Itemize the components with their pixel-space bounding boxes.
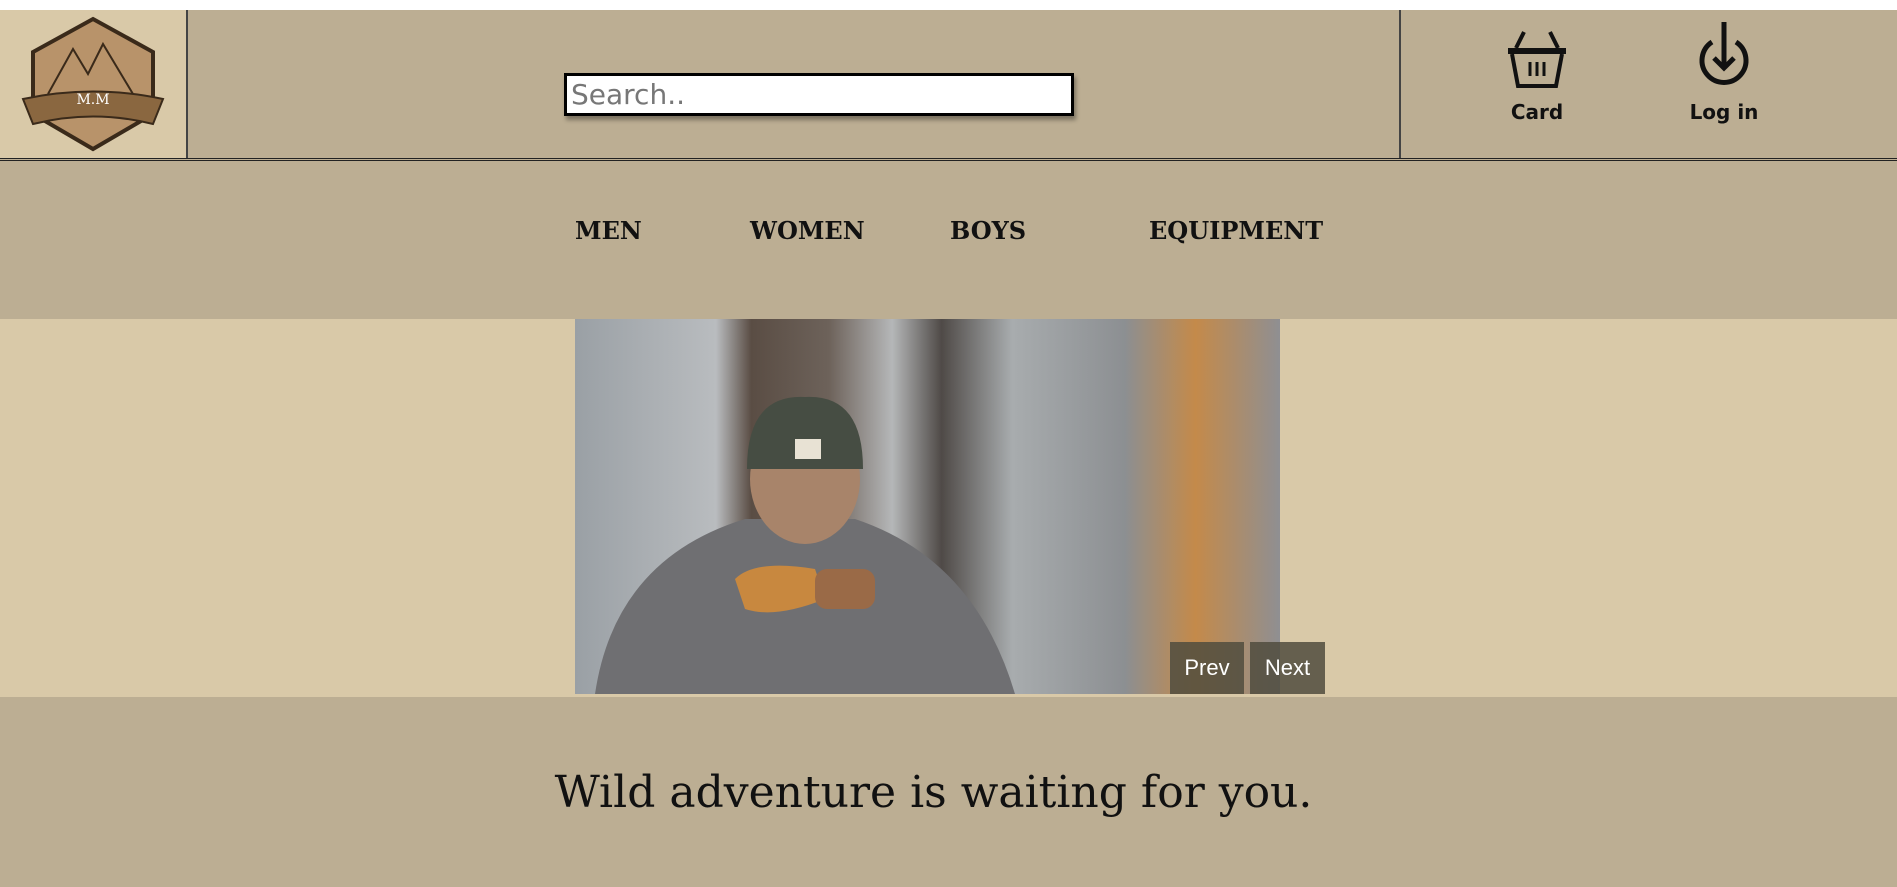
footer-banner: Wild adventure is waiting for you. [0,697,1897,887]
nav-boys[interactable]: BOYS [950,216,1026,245]
nav-equipment[interactable]: EQUIPMENT [1149,216,1323,245]
tagline: Wild adventure is waiting for you. [554,766,1313,818]
login-power-icon [1699,22,1749,85]
login-button[interactable]: Log in [1674,20,1774,124]
nav-women[interactable]: WOMEN [750,216,865,245]
divider [1399,10,1401,158]
main-nav: MEN WOMEN BOYS EQUIPMENT [0,161,1897,319]
search-input[interactable] [564,73,1074,116]
logo[interactable]: M.M [0,10,188,158]
slide-image [575,319,1280,694]
basket-icon [1508,31,1566,88]
cart-label: Card [1510,100,1564,124]
svg-text:M.M: M.M [76,92,109,108]
header: M.M Card Log in [0,10,1897,161]
hero-slider: Prev Next [0,319,1897,697]
nav-men[interactable]: MEN [575,216,642,245]
man-drinking-image [595,396,1015,694]
cart-button[interactable]: Card [1487,28,1587,124]
next-button[interactable]: Next [1250,642,1325,694]
logo-badge-icon: M.M [21,16,165,152]
prev-button[interactable]: Prev [1170,642,1244,694]
login-label: Log in [1689,100,1759,124]
